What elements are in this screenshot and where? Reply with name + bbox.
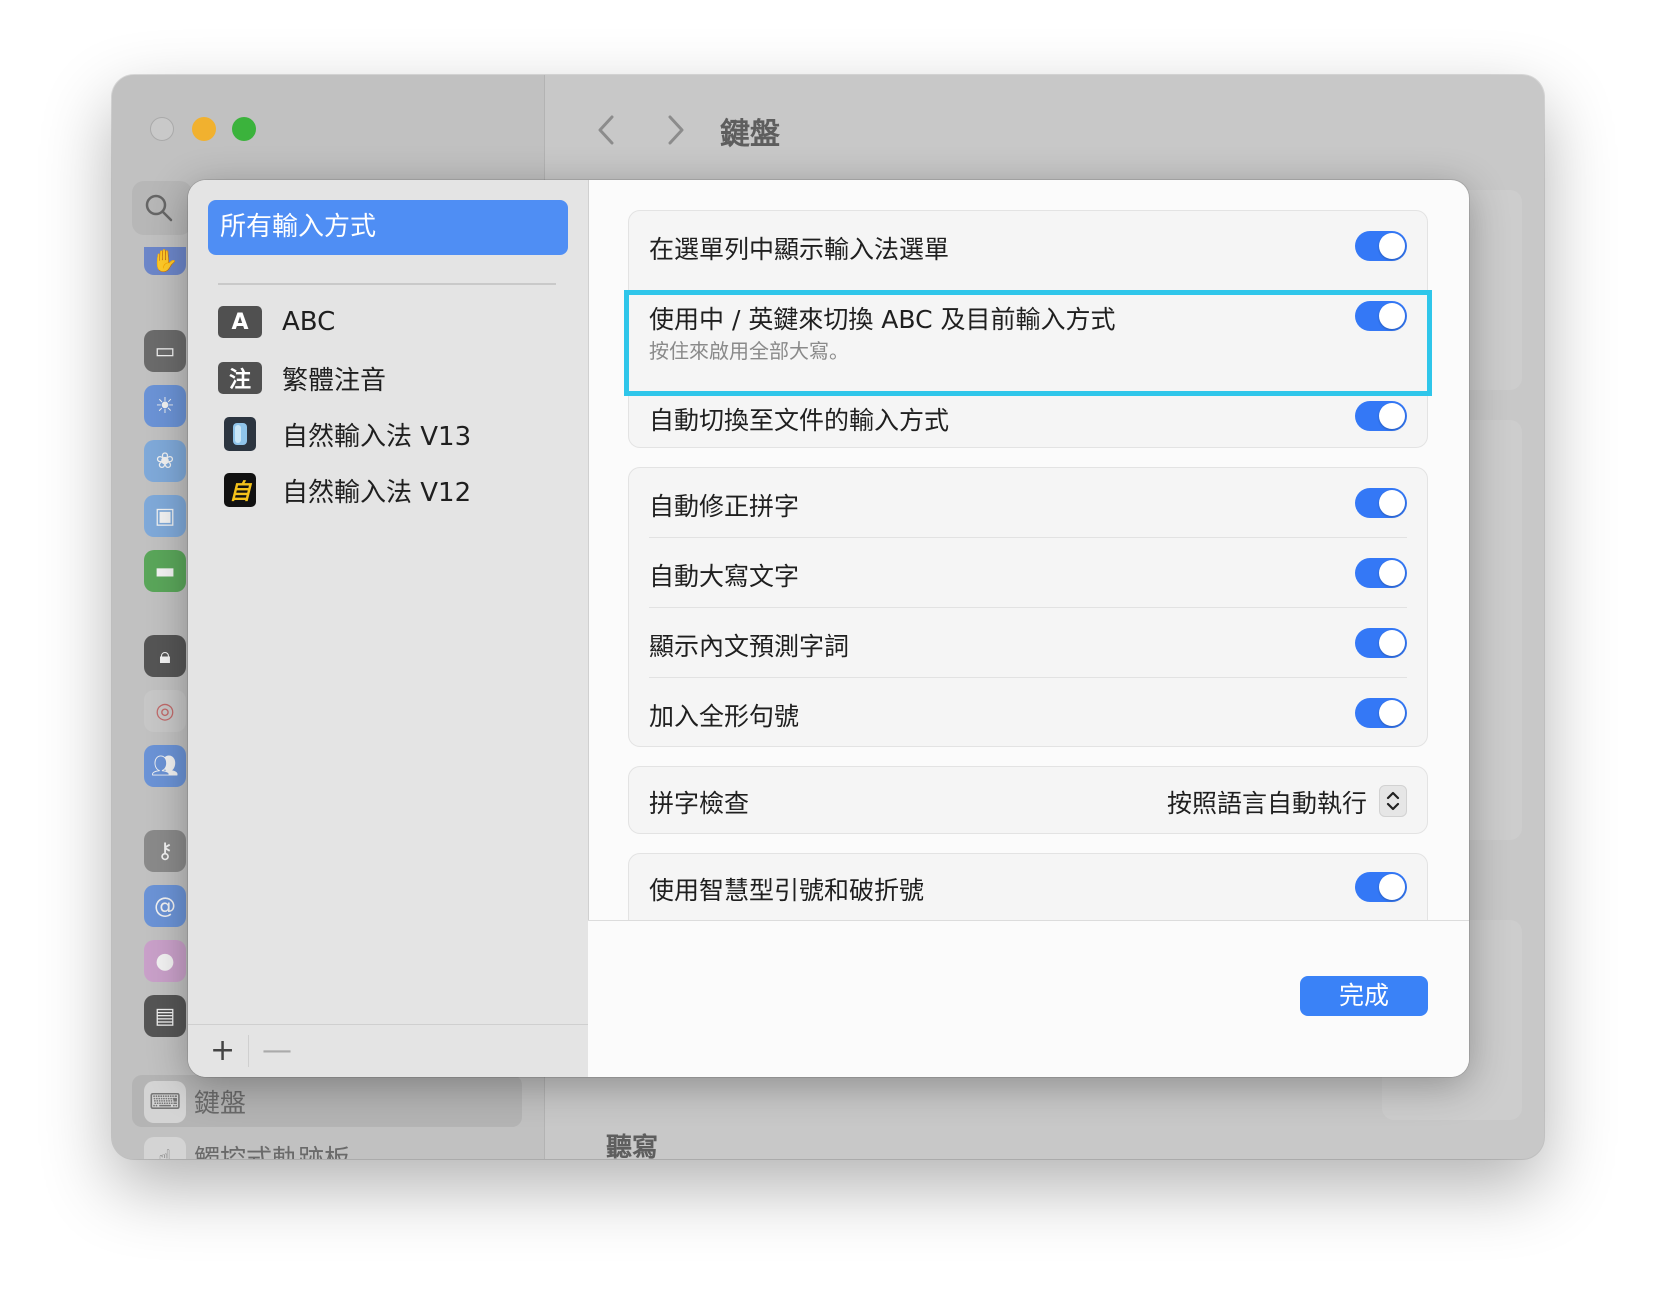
window-title: 鍵盤 bbox=[720, 117, 780, 152]
input-method-natural-v13[interactable]: 自然輸入法 V13 bbox=[218, 414, 471, 454]
internet-accounts-icon[interactable]: @ bbox=[144, 885, 186, 927]
wallet-icon[interactable]: ▤ bbox=[144, 995, 186, 1037]
settings-group-spelling: 拼字檢查 按照語言自動執行 bbox=[628, 766, 1428, 834]
auto-capitalize-toggle[interactable] bbox=[1355, 558, 1407, 588]
setting-row-caps-switch: 使用中 / 英鍵來切換 ABC 及目前輸入方式 按住來啟用全部大寫。 bbox=[649, 299, 1407, 363]
touch-id-icon[interactable]: ◎ bbox=[144, 690, 186, 732]
input-method-label: 自然輸入法 V12 bbox=[282, 477, 472, 508]
row-divider bbox=[649, 537, 1407, 538]
setting-label: 顯示內文預測字詞 bbox=[649, 632, 850, 661]
show-menu-toggle[interactable] bbox=[1355, 231, 1407, 261]
setting-row-auto-capitalize: 自動大寫文字 bbox=[649, 556, 1407, 592]
natural-v13-icon bbox=[224, 417, 256, 451]
hand-icon[interactable]: ✋ bbox=[144, 247, 186, 275]
wallpaper-icon[interactable]: ▣ bbox=[144, 495, 186, 537]
sheet-footer: 完成 bbox=[588, 921, 1469, 1077]
setting-row-auto-switch: 自動切換至文件的輸入方式 bbox=[649, 401, 1407, 437]
settings-group-text: 自動修正拼字 自動大寫文字 顯示內文預測字詞 加入全形句號 bbox=[628, 467, 1428, 747]
settings-group-input: 在選單列中顯示輸入法選單 使用中 / 英鍵來切換 ABC 及目前輸入方式 按住來… bbox=[628, 210, 1428, 448]
input-methods-list: 所有輸入方式 A ABC 注 繁體注音 自然輸入法 V13 自 自然輸入法 V1… bbox=[188, 180, 589, 1077]
natural-v12-icon: 自 bbox=[224, 473, 256, 507]
auto-switch-toggle[interactable] bbox=[1355, 401, 1407, 431]
setting-row-fullwidth-period: 加入全形句號 bbox=[649, 696, 1407, 732]
search-icon bbox=[145, 194, 173, 222]
add-input-method-button[interactable]: + bbox=[210, 1033, 235, 1068]
setting-row-smart-quotes: 使用智慧型引號和破折號 bbox=[649, 870, 1407, 906]
done-button[interactable]: 完成 bbox=[1300, 976, 1428, 1016]
input-method-natural-v12[interactable]: 自 自然輸入法 V12 bbox=[218, 470, 471, 510]
sidebar-item-keyboard[interactable] bbox=[132, 1075, 522, 1127]
caps-switch-toggle[interactable] bbox=[1355, 301, 1407, 331]
remove-input-method-button[interactable]: — bbox=[262, 1033, 292, 1068]
list-toolbar: + — bbox=[188, 1024, 588, 1077]
auto-correct-toggle[interactable] bbox=[1355, 488, 1407, 518]
setting-sublabel: 按住來啟用全部大寫。 bbox=[649, 339, 849, 363]
setting-label: 加入全形句號 bbox=[649, 702, 800, 731]
spell-check-value[interactable]: 按照語言自動執行 bbox=[1167, 784, 1367, 820]
input-method-label: ABC bbox=[282, 307, 336, 337]
smart-quotes-toggle[interactable] bbox=[1355, 872, 1407, 902]
back-arrow-icon[interactable] bbox=[594, 113, 618, 147]
lock-screen-icon[interactable]: 🔒︎ bbox=[144, 635, 186, 677]
dictation-section-title: 聽寫 bbox=[606, 1133, 659, 1159]
setting-row-inline-predict: 顯示內文預測字詞 bbox=[649, 626, 1407, 662]
forward-arrow-icon[interactable] bbox=[664, 113, 688, 147]
users-icon[interactable]: 👥︎ bbox=[144, 745, 186, 787]
setting-label: 在選單列中顯示輸入法選單 bbox=[649, 235, 950, 264]
chevron-up-down-icon[interactable] bbox=[1379, 785, 1407, 817]
inline-predict-toggle[interactable] bbox=[1355, 628, 1407, 658]
zoom-button[interactable] bbox=[232, 117, 256, 141]
input-settings-panel: 在選單列中顯示輸入法選單 使用中 / 英鍵來切換 ABC 及目前輸入方式 按住來… bbox=[588, 180, 1469, 1077]
sidebar-item-trackpad-label[interactable]: 觸控式軌跡板 bbox=[194, 1139, 350, 1159]
input-method-label: 自然輸入法 V13 bbox=[282, 421, 472, 452]
trackpad-icon: ☝ bbox=[144, 1137, 186, 1159]
setting-row-auto-correct: 自動修正拼字 bbox=[649, 486, 1407, 522]
display-icon[interactable]: ☀ bbox=[144, 385, 186, 427]
keyboard-icon: ⌨ bbox=[144, 1081, 186, 1123]
game-center-icon[interactable]: ● bbox=[144, 940, 186, 982]
row-divider bbox=[649, 607, 1407, 608]
toolbar-divider bbox=[248, 1035, 249, 1067]
row-divider bbox=[649, 677, 1407, 678]
list-divider bbox=[218, 283, 556, 285]
input-method-abc[interactable]: A ABC bbox=[218, 302, 335, 342]
abc-icon: A bbox=[218, 306, 262, 338]
passwords-icon[interactable]: ⚷ bbox=[144, 830, 186, 872]
setting-label: 拼字檢查 bbox=[649, 789, 750, 818]
all-input-methods-item[interactable]: 所有輸入方式 bbox=[208, 200, 568, 255]
menu-bar-icon[interactable]: ▭ bbox=[144, 330, 186, 372]
input-method-zhuyin[interactable]: 注 繁體注音 bbox=[218, 358, 386, 398]
setting-label: 自動大寫文字 bbox=[649, 562, 800, 591]
setting-label: 自動切換至文件的輸入方式 bbox=[649, 406, 950, 435]
zhuyin-icon: 注 bbox=[218, 362, 262, 394]
close-button[interactable] bbox=[150, 117, 174, 141]
setting-row-show-menu: 在選單列中顯示輸入法選單 bbox=[649, 229, 1407, 265]
sidebar-item-keyboard-label: 鍵盤 bbox=[194, 1089, 247, 1119]
fullwidth-period-toggle[interactable] bbox=[1355, 698, 1407, 728]
battery-icon[interactable]: ▬ bbox=[144, 550, 186, 592]
setting-label: 使用智慧型引號和破折號 bbox=[649, 876, 925, 905]
sidebar-search[interactable] bbox=[132, 181, 192, 235]
input-sources-sheet: 所有輸入方式 A ABC 注 繁體注音 自然輸入法 V13 自 自然輸入法 V1… bbox=[188, 180, 1469, 1077]
setting-label: 自動修正拼字 bbox=[649, 492, 800, 521]
setting-row-spell-check: 拼字檢查 按照語言自動執行 bbox=[649, 783, 1407, 819]
input-method-label: 繁體注音 bbox=[282, 365, 387, 396]
screensaver-icon[interactable]: ❀ bbox=[144, 440, 186, 482]
minimize-button[interactable] bbox=[192, 117, 216, 141]
setting-label: 使用中 / 英鍵來切換 ABC 及目前輸入方式 bbox=[649, 305, 1116, 334]
